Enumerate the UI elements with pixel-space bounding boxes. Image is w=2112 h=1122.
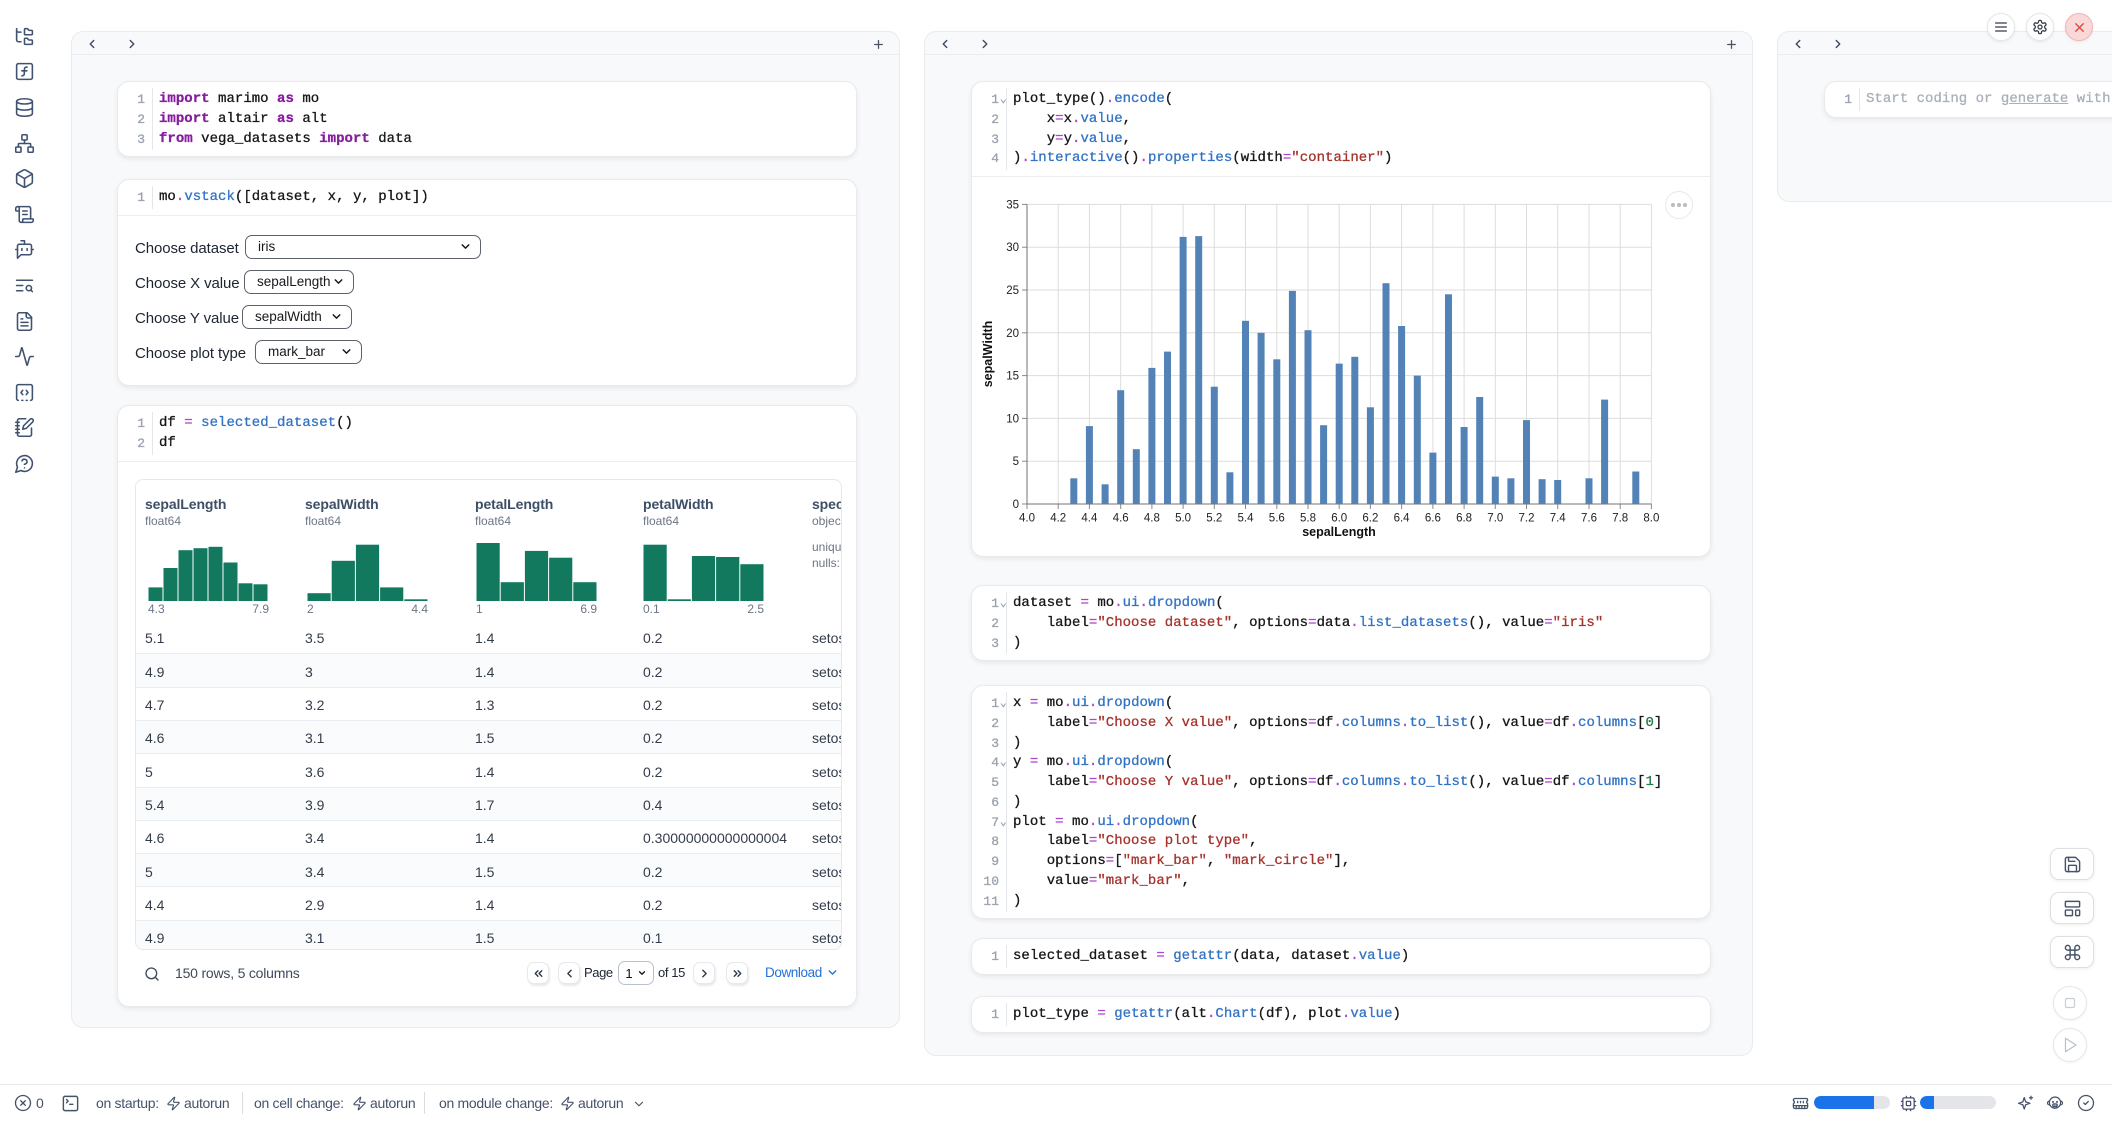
svg-text:5.4: 5.4 xyxy=(1238,512,1255,524)
svg-text:7.8: 7.8 xyxy=(1612,512,1628,524)
svg-text:35: 35 xyxy=(1006,199,1019,211)
svg-text:8.0: 8.0 xyxy=(1643,512,1659,524)
svg-text:15: 15 xyxy=(1006,371,1019,383)
svg-text:sepalWidth: sepalWidth xyxy=(981,321,995,388)
svg-text:5: 5 xyxy=(1013,456,1019,468)
svg-text:7.4: 7.4 xyxy=(1550,512,1567,524)
svg-text:5.6: 5.6 xyxy=(1269,512,1285,524)
svg-text:6.6: 6.6 xyxy=(1425,512,1441,524)
svg-text:4.2: 4.2 xyxy=(1050,512,1066,524)
svg-text:6.2: 6.2 xyxy=(1362,512,1378,524)
svg-text:6.4: 6.4 xyxy=(1394,512,1411,524)
svg-text:25: 25 xyxy=(1006,285,1019,297)
svg-text:5.0: 5.0 xyxy=(1175,512,1191,524)
svg-text:5.8: 5.8 xyxy=(1300,512,1316,524)
svg-text:4.8: 4.8 xyxy=(1144,512,1160,524)
svg-text:7.2: 7.2 xyxy=(1519,512,1535,524)
svg-text:5.2: 5.2 xyxy=(1206,512,1222,524)
svg-text:20: 20 xyxy=(1006,328,1019,340)
svg-text:4.4: 4.4 xyxy=(1081,512,1098,524)
svg-text:0: 0 xyxy=(1013,499,1019,511)
svg-text:sepalLength: sepalLength xyxy=(1302,525,1376,539)
svg-text:4.6: 4.6 xyxy=(1113,512,1129,524)
svg-text:10: 10 xyxy=(1006,413,1019,425)
svg-text:7.6: 7.6 xyxy=(1581,512,1597,524)
svg-text:30: 30 xyxy=(1006,242,1019,254)
svg-text:7.0: 7.0 xyxy=(1487,512,1503,524)
svg-text:6.8: 6.8 xyxy=(1456,512,1472,524)
svg-text:4.0: 4.0 xyxy=(1019,512,1035,524)
svg-text:6.0: 6.0 xyxy=(1331,512,1347,524)
